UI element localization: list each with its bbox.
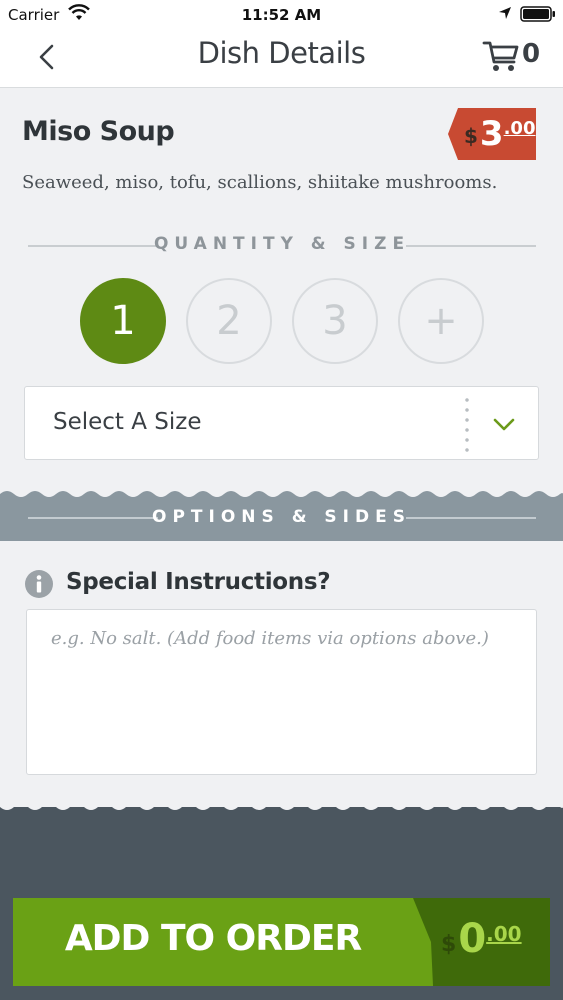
add-to-order-button[interactable]: ADD TO ORDER $ 0 .00	[13, 898, 550, 986]
quantity-option-3[interactable]: 3	[292, 278, 378, 364]
price-amount: 3	[479, 114, 504, 154]
size-select-label: Select A Size	[53, 409, 202, 435]
total-amount: 0	[458, 916, 487, 962]
order-total: $ 0 .00	[441, 916, 522, 962]
cart-icon[interactable]	[482, 38, 522, 74]
size-select[interactable]: Select A Size	[24, 386, 539, 460]
special-instructions-input[interactable]	[26, 609, 537, 775]
wavy-edge-bottom	[0, 801, 563, 810]
price-cents: .00	[503, 118, 536, 139]
price-tag: $ 3 .00	[448, 108, 536, 160]
cart-count[interactable]: 0	[522, 39, 540, 69]
quantity-option-more[interactable]: +	[398, 278, 484, 364]
options-sides-band[interactable]: OPTIONS & SIDES	[0, 498, 563, 541]
dotted-separator	[465, 395, 469, 453]
quantity-option-2[interactable]: 2	[186, 278, 272, 364]
chevron-down-icon	[493, 418, 515, 431]
dish-description: Seaweed, miso, tofu, scallions, shiitake…	[22, 172, 498, 193]
location-arrow-icon	[499, 7, 511, 19]
clock: 11:52 AM	[241, 6, 322, 24]
info-icon	[25, 570, 53, 598]
special-instructions-title: Special Instructions?	[66, 569, 331, 595]
add-to-order-label: ADD TO ORDER	[64, 918, 362, 959]
total-cents: .00	[486, 922, 522, 946]
special-instructions-section: Special Instructions?	[0, 541, 563, 807]
quantity-size-divider: QUANTITY & SIZE	[28, 234, 536, 258]
dish-name: Miso Soup	[22, 116, 175, 147]
quantity-selector: 1 2 3 +	[80, 278, 484, 368]
options-sides-label: OPTIONS & SIDES	[152, 507, 411, 527]
page-title: Dish Details	[197, 36, 366, 70]
price-currency: $	[464, 124, 478, 148]
battery-icon	[520, 6, 555, 22]
quantity-option-1[interactable]: 1	[80, 278, 166, 364]
quantity-size-label: QUANTITY & SIZE	[153, 234, 411, 254]
total-currency: $	[441, 932, 457, 957]
dish-info-section: Miso Soup $ 3 .00 Seaweed, miso, tofu, s…	[0, 88, 563, 498]
status-bar: Carrier 11:52 AM	[0, 0, 563, 30]
nav-bar: Dish Details 0	[0, 30, 563, 88]
